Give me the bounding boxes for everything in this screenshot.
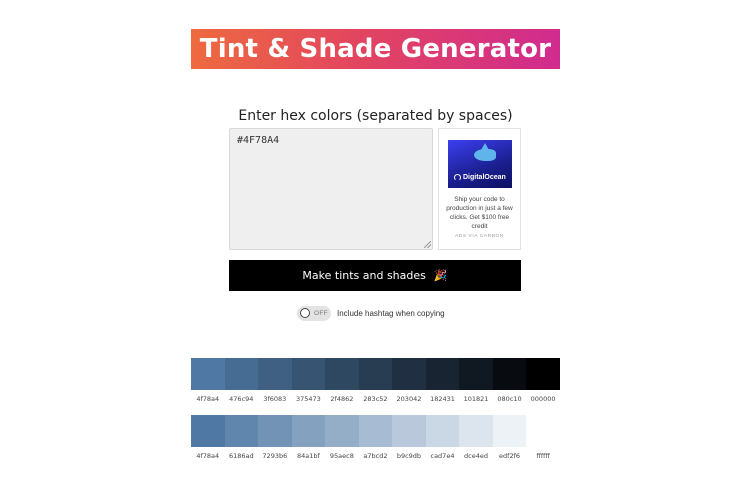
shade-swatch-label[interactable]: 283c52 — [363, 395, 387, 403]
shark-icon — [474, 143, 496, 161]
digitalocean-logo-icon — [454, 174, 461, 181]
shade-swatch-cell[interactable]: 101821 — [459, 358, 493, 403]
shade-swatch[interactable] — [392, 358, 426, 390]
tint-swatch-label[interactable]: 6186ad — [229, 452, 254, 460]
shade-swatch[interactable] — [425, 358, 460, 390]
tint-swatch-cell[interactable]: edf2f6 — [492, 415, 527, 460]
tint-swatch[interactable] — [459, 415, 493, 447]
tint-swatch-cell[interactable]: 95aec8 — [325, 415, 359, 460]
ad-image[interactable]: DigitalOcean — [448, 140, 512, 188]
shade-swatch[interactable] — [459, 358, 493, 390]
tint-swatch-cell[interactable]: 6186ad — [224, 415, 259, 460]
tint-swatch-label[interactable]: ffffff — [536, 452, 549, 460]
make-tints-shades-button[interactable]: Make tints and shades 🎉 — [229, 260, 521, 291]
shade-swatch-label[interactable]: 080c10 — [497, 395, 521, 403]
shade-swatch-label[interactable]: 000000 — [531, 395, 556, 403]
shade-swatch[interactable] — [291, 358, 326, 390]
shade-swatch-label[interactable]: 2f4862 — [330, 395, 353, 403]
shade-swatch[interactable] — [191, 358, 225, 390]
shade-swatch[interactable] — [492, 358, 527, 390]
tint-swatch-label[interactable]: 84a1bf — [297, 452, 320, 460]
shades-row: 4f78a4 476c94 3f6083 375473 2f4862 283c52 2030… — [191, 358, 560, 403]
tint-swatch-label[interactable]: b9c9db — [397, 452, 421, 460]
tint-swatch[interactable] — [258, 415, 292, 447]
shade-swatch[interactable] — [526, 358, 560, 390]
ad-brand-name: DigitalOcean — [463, 174, 506, 181]
tint-swatch-cell[interactable]: ffffff — [526, 415, 560, 460]
shade-swatch[interactable] — [325, 358, 359, 390]
tint-swatch-label[interactable]: 95aec8 — [330, 452, 354, 460]
shade-swatch-cell[interactable]: 283c52 — [358, 358, 393, 403]
make-button-label: Make tints and shades — [302, 269, 426, 282]
tint-swatch[interactable] — [358, 415, 393, 447]
shade-swatch-cell[interactable]: 182431 — [425, 358, 460, 403]
tint-swatch-label[interactable]: cad7e4 — [431, 452, 455, 460]
tint-swatch-label[interactable]: 4f78a4 — [196, 452, 219, 460]
tint-swatch-label[interactable]: edf2f6 — [499, 452, 520, 460]
tint-swatch[interactable] — [392, 415, 426, 447]
tint-swatch-label[interactable]: 7293b6 — [262, 452, 287, 460]
shade-swatch-label[interactable]: 182431 — [430, 395, 455, 403]
tint-swatch[interactable] — [526, 415, 560, 447]
tint-swatch-label[interactable]: dce4ed — [464, 452, 488, 460]
tint-swatch[interactable] — [325, 415, 359, 447]
hashtag-toggle[interactable]: OFF — [297, 305, 331, 321]
tint-swatch[interactable] — [492, 415, 527, 447]
shade-swatch-label[interactable]: 203042 — [397, 395, 422, 403]
tint-swatch-cell[interactable]: 84a1bf — [291, 415, 326, 460]
hex-colors-textarea[interactable]: #4F78A4 — [229, 128, 433, 250]
ad-brand-logo: DigitalOcean — [454, 174, 506, 181]
tint-swatch[interactable] — [191, 415, 225, 447]
tint-swatch-label[interactable]: a7bcd2 — [363, 452, 387, 460]
shade-swatch-label[interactable]: 3f6083 — [263, 395, 286, 403]
page-title: Tint & Shade Generator — [199, 34, 552, 64]
hashtag-toggle-row: OFF Include hashtag when copying — [297, 305, 445, 321]
shade-swatch-cell[interactable]: 3f6083 — [258, 358, 292, 403]
tint-swatch-cell[interactable]: a7bcd2 — [358, 415, 393, 460]
shade-swatch-label[interactable]: 375473 — [296, 395, 321, 403]
toggle-state: OFF — [314, 309, 328, 317]
tint-swatch-cell[interactable]: 4f78a4 — [191, 415, 225, 460]
shade-swatch-cell[interactable]: 203042 — [392, 358, 426, 403]
hex-input-value: #4F78A4 — [237, 135, 280, 146]
tints-row: 4f78a4 6186ad 7293b6 84a1bf 95aec8 a7bcd2 b9c9… — [191, 415, 560, 460]
shade-swatch-cell[interactable]: 4f78a4 — [191, 358, 225, 403]
shade-swatch-label[interactable]: 476c94 — [229, 395, 253, 403]
resize-grip-icon[interactable] — [424, 241, 431, 248]
tint-swatch[interactable] — [291, 415, 326, 447]
input-prompt-label: Enter hex colors (separated by spaces) — [238, 108, 513, 124]
tint-swatch-cell[interactable]: cad7e4 — [425, 415, 460, 460]
shade-swatch[interactable] — [258, 358, 292, 390]
shade-swatch[interactable] — [358, 358, 393, 390]
carbon-ad[interactable]: DigitalOcean Ship your code to productio… — [438, 128, 521, 250]
title-banner: Tint & Shade Generator — [191, 29, 560, 69]
party-popper-icon: 🎉 — [433, 269, 448, 282]
shade-swatch-cell[interactable]: 080c10 — [492, 358, 527, 403]
hashtag-toggle-label: Include hashtag when copying — [337, 308, 445, 318]
shade-swatch[interactable] — [224, 358, 259, 390]
tint-swatch-cell[interactable]: 7293b6 — [258, 415, 292, 460]
shade-swatch-cell[interactable]: 2f4862 — [325, 358, 359, 403]
shade-swatch-cell[interactable]: 476c94 — [224, 358, 259, 403]
ad-text[interactable]: Ship your code to production in just a f… — [443, 195, 516, 231]
ads-via-carbon-link[interactable]: ADS VIA CARBON — [443, 234, 516, 239]
tint-swatch-cell[interactable]: dce4ed — [459, 415, 493, 460]
tint-swatch-cell[interactable]: b9c9db — [392, 415, 426, 460]
shade-swatch-cell[interactable]: 000000 — [526, 358, 560, 403]
shade-swatch-label[interactable]: 4f78a4 — [196, 395, 219, 403]
shade-swatch-label[interactable]: 101821 — [464, 395, 489, 403]
tint-swatch[interactable] — [224, 415, 259, 447]
shade-swatch-cell[interactable]: 375473 — [291, 358, 326, 403]
toggle-knob — [300, 308, 310, 318]
tint-swatch[interactable] — [425, 415, 460, 447]
